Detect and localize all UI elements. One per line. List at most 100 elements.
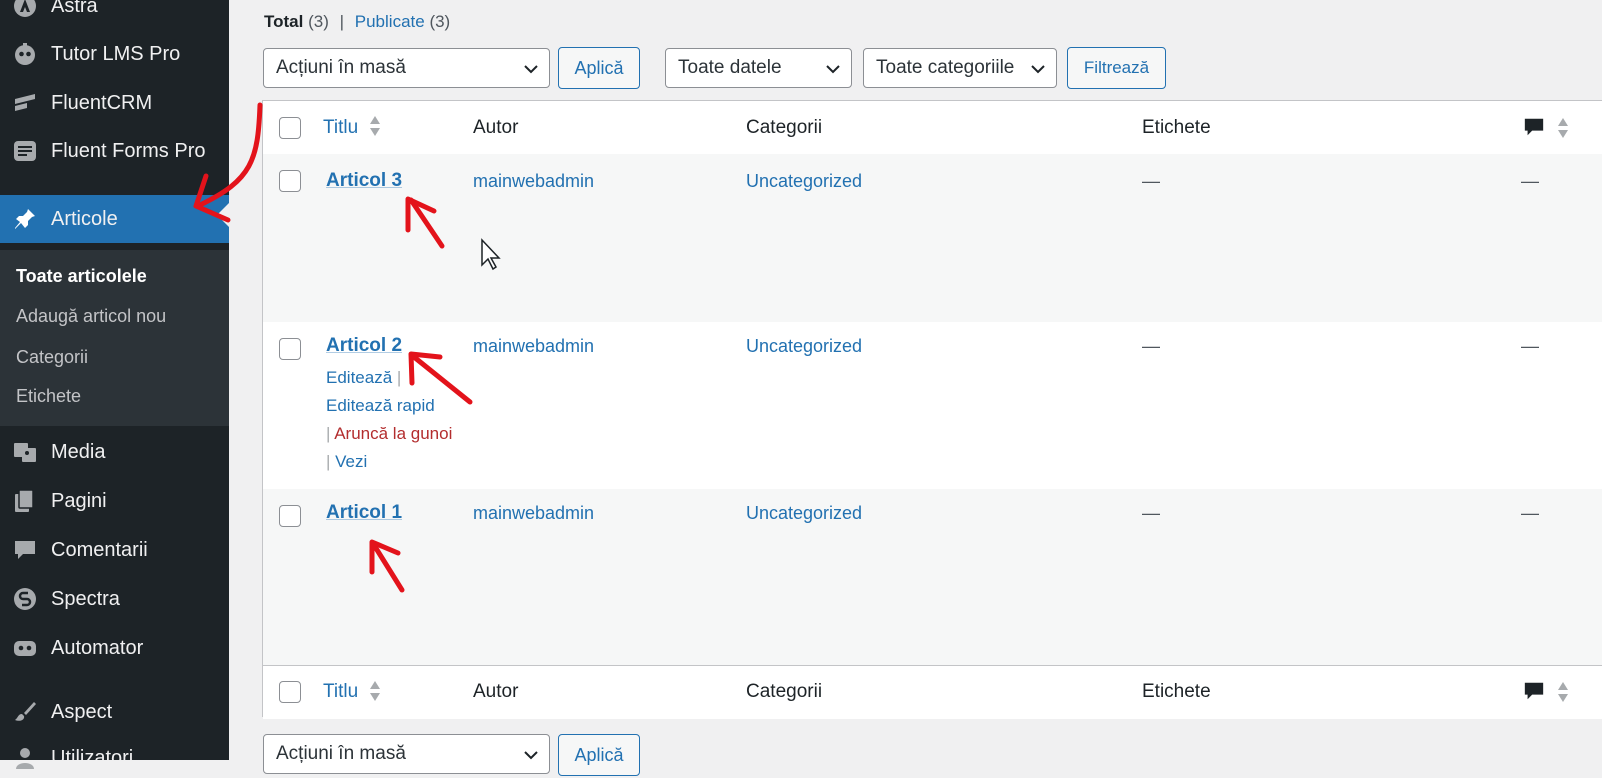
menu-label: Aspect	[51, 700, 113, 723]
table-row: Articol 3 mainwebadmin Uncategorized — —	[263, 154, 1602, 322]
filter-button[interactable]: Filtrează	[1067, 47, 1166, 89]
row-action-separator: |	[396, 368, 402, 387]
row-checkbox[interactable]	[279, 505, 301, 527]
comment-icon[interactable]	[1523, 116, 1545, 138]
submenu-tags[interactable]: Etichete	[16, 386, 81, 407]
fluentforms-icon	[12, 138, 38, 164]
menu-label: Articole	[51, 207, 118, 230]
trash-link[interactable]: Aruncă la gunoi	[334, 424, 452, 443]
menu-item-automator[interactable]: Automator	[0, 628, 229, 668]
chevron-down-icon	[826, 65, 840, 74]
post-tags-value: —	[1142, 503, 1160, 523]
quick-edit-link[interactable]: Editează rapid	[326, 396, 435, 415]
column-categories-footer: Categorii	[746, 681, 823, 702]
post-title-link[interactable]: Articol 1	[326, 502, 402, 524]
column-author-footer: Autor	[473, 681, 519, 702]
menu-item-tutor-lms[interactable]: Tutor LMS Pro	[0, 34, 229, 74]
column-tags-footer: Etichete	[1142, 681, 1211, 702]
dates-filter-value: Toate datele	[678, 57, 782, 78]
bulk-actions-select[interactable]: Acțiuni în masă	[263, 48, 550, 88]
sort-icon[interactable]	[369, 115, 381, 137]
column-categories-header: Categorii	[746, 117, 823, 138]
bulk-actions-select-bottom[interactable]: Acțiuni în masă	[263, 734, 550, 774]
view-link[interactable]: Vezi	[335, 452, 367, 471]
view-published[interactable]: Publicate (3)	[355, 12, 450, 31]
post-tags-value: —	[1142, 336, 1160, 356]
sort-icon[interactable]	[369, 680, 381, 702]
menu-item-astra[interactable]: Astra	[0, 0, 229, 26]
comment-icon	[12, 537, 38, 563]
menu-item-users[interactable]: Utilizatori	[0, 738, 229, 778]
menu-item-articole[interactable]: Articole	[0, 195, 229, 243]
menu-item-fluentcrm[interactable]: FluentCRM	[0, 83, 229, 123]
chevron-down-icon	[524, 65, 538, 74]
sort-icon[interactable]	[1557, 117, 1569, 139]
post-category-link[interactable]: Uncategorized	[746, 171, 862, 192]
post-category-link[interactable]: Uncategorized	[746, 503, 862, 524]
post-tags-value: —	[1142, 171, 1160, 191]
post-comments-value: —	[1521, 503, 1539, 523]
astra-icon	[12, 0, 38, 19]
menu-label: Tutor LMS Pro	[51, 42, 181, 65]
row-actions: Editează | Editează rapid | Aruncă la gu…	[326, 364, 456, 476]
menu-label: Pagini	[51, 489, 107, 512]
menu-label: Spectra	[51, 587, 120, 610]
table-header: Titlu Autor Categorii Etichete	[263, 101, 1602, 155]
post-status-views: Total (3) | Publicate (3)	[264, 12, 450, 32]
submenu-add-new[interactable]: Adaugă articol nou	[16, 306, 166, 327]
admin-sidebar: Astra Tutor LMS Pro FluentCRM Fluent For…	[0, 0, 229, 769]
menu-item-fluent-forms[interactable]: Fluent Forms Pro	[0, 131, 229, 171]
menu-label: Media	[51, 440, 106, 463]
post-title-link[interactable]: Articol 2	[326, 335, 402, 357]
brush-icon	[12, 699, 38, 725]
menu-label: Automator	[51, 636, 144, 659]
submenu-all-posts[interactable]: Toate articolele	[16, 266, 147, 287]
menu-item-appearance[interactable]: Aspect	[0, 692, 229, 732]
post-author-link[interactable]: mainwebadmin	[473, 171, 594, 192]
tutor-icon	[12, 41, 38, 67]
column-title-header[interactable]: Titlu	[323, 117, 358, 139]
automator-icon	[12, 635, 38, 661]
fluentcrm-icon	[12, 90, 38, 116]
spectra-icon	[12, 586, 38, 612]
post-author-link[interactable]: mainwebadmin	[473, 336, 594, 357]
post-category-link[interactable]: Uncategorized	[746, 336, 862, 357]
menu-item-spectra[interactable]: Spectra	[0, 579, 229, 619]
dates-filter-select[interactable]: Toate datele	[665, 48, 852, 88]
menu-item-pages[interactable]: Pagini	[0, 481, 229, 521]
active-menu-pointer	[217, 203, 229, 227]
table-footer: Titlu Autor Categorii Etichete	[263, 665, 1602, 719]
menu-label: Comentarii	[51, 538, 148, 561]
apply-button-bottom[interactable]: Aplică	[558, 734, 640, 776]
pin-icon	[12, 206, 38, 232]
row-action-separator: |	[326, 424, 331, 443]
post-author-link[interactable]: mainwebadmin	[473, 503, 594, 524]
bulk-actions-value: Acțiuni în masă	[276, 743, 406, 764]
views-separator: |	[339, 12, 345, 31]
row-action-separator: |	[326, 452, 331, 471]
submenu-categories[interactable]: Categorii	[16, 347, 88, 368]
post-comments-value: —	[1521, 171, 1539, 191]
post-title-link[interactable]: Articol 3	[326, 170, 402, 192]
category-filter-select[interactable]: Toate categoriile	[863, 48, 1057, 88]
menu-item-comments[interactable]: Comentarii	[0, 530, 229, 570]
sort-icon[interactable]	[1557, 681, 1569, 703]
row-checkbox[interactable]	[279, 338, 301, 360]
posts-table: Titlu Autor Categorii Etichete Articol 3…	[262, 100, 1602, 719]
users-icon	[12, 745, 38, 771]
menu-label: Utilizatori	[51, 746, 134, 769]
row-checkbox[interactable]	[279, 170, 301, 192]
media-icon	[12, 439, 38, 465]
select-all-checkbox[interactable]	[279, 681, 301, 703]
comment-icon[interactable]	[1523, 680, 1545, 702]
category-filter-value: Toate categoriile	[876, 57, 1015, 78]
view-total[interactable]: Total (3)	[264, 12, 329, 31]
chevron-down-icon	[524, 751, 538, 760]
apply-button[interactable]: Aplică	[558, 47, 640, 89]
select-all-checkbox[interactable]	[279, 117, 301, 139]
edit-link[interactable]: Editează	[326, 368, 392, 387]
menu-item-media[interactable]: Media	[0, 432, 229, 472]
pages-icon	[12, 488, 38, 514]
column-title-footer[interactable]: Titlu	[323, 681, 358, 703]
chevron-down-icon	[1031, 65, 1045, 74]
